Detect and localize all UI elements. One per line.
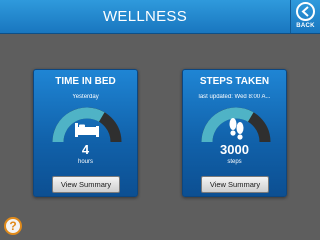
card-subtitle: Yesterday [72,94,99,100]
time-in-bed-card: TIME IN BED Yesterday 4 hours View Summa… [33,69,138,197]
card-title: STEPS TAKEN [199,76,270,87]
footprints-icon [229,118,244,140]
steps-unit: steps [227,159,242,165]
view-summary-button-steps[interactable]: View Summary [201,176,269,193]
card-title: TIME IN BED [55,76,116,87]
card-subtitle: last updated: Wed 8:00 A... [198,94,271,100]
steps-value: 3000 [220,142,249,157]
steps-gauge [201,107,271,143]
steps-taken-card: STEPS TAKEN last updated: Wed 8:00 A... … [182,69,287,197]
help-icon[interactable]: ? [4,217,22,235]
time-in-bed-value: 4 [81,142,90,157]
gauge-fill [201,107,254,143]
back-button[interactable]: BACK [290,0,320,33]
time-in-bed-unit: hours [77,159,93,165]
sleep-gauge [52,107,122,143]
header-bar: WELLNESS BACK [0,0,320,34]
view-summary-button-bed[interactable]: View Summary [52,176,120,193]
back-arrow-icon [296,2,315,21]
bed-icon [75,123,99,137]
page-title: WELLNESS [102,8,188,25]
back-label: BACK [296,23,315,29]
